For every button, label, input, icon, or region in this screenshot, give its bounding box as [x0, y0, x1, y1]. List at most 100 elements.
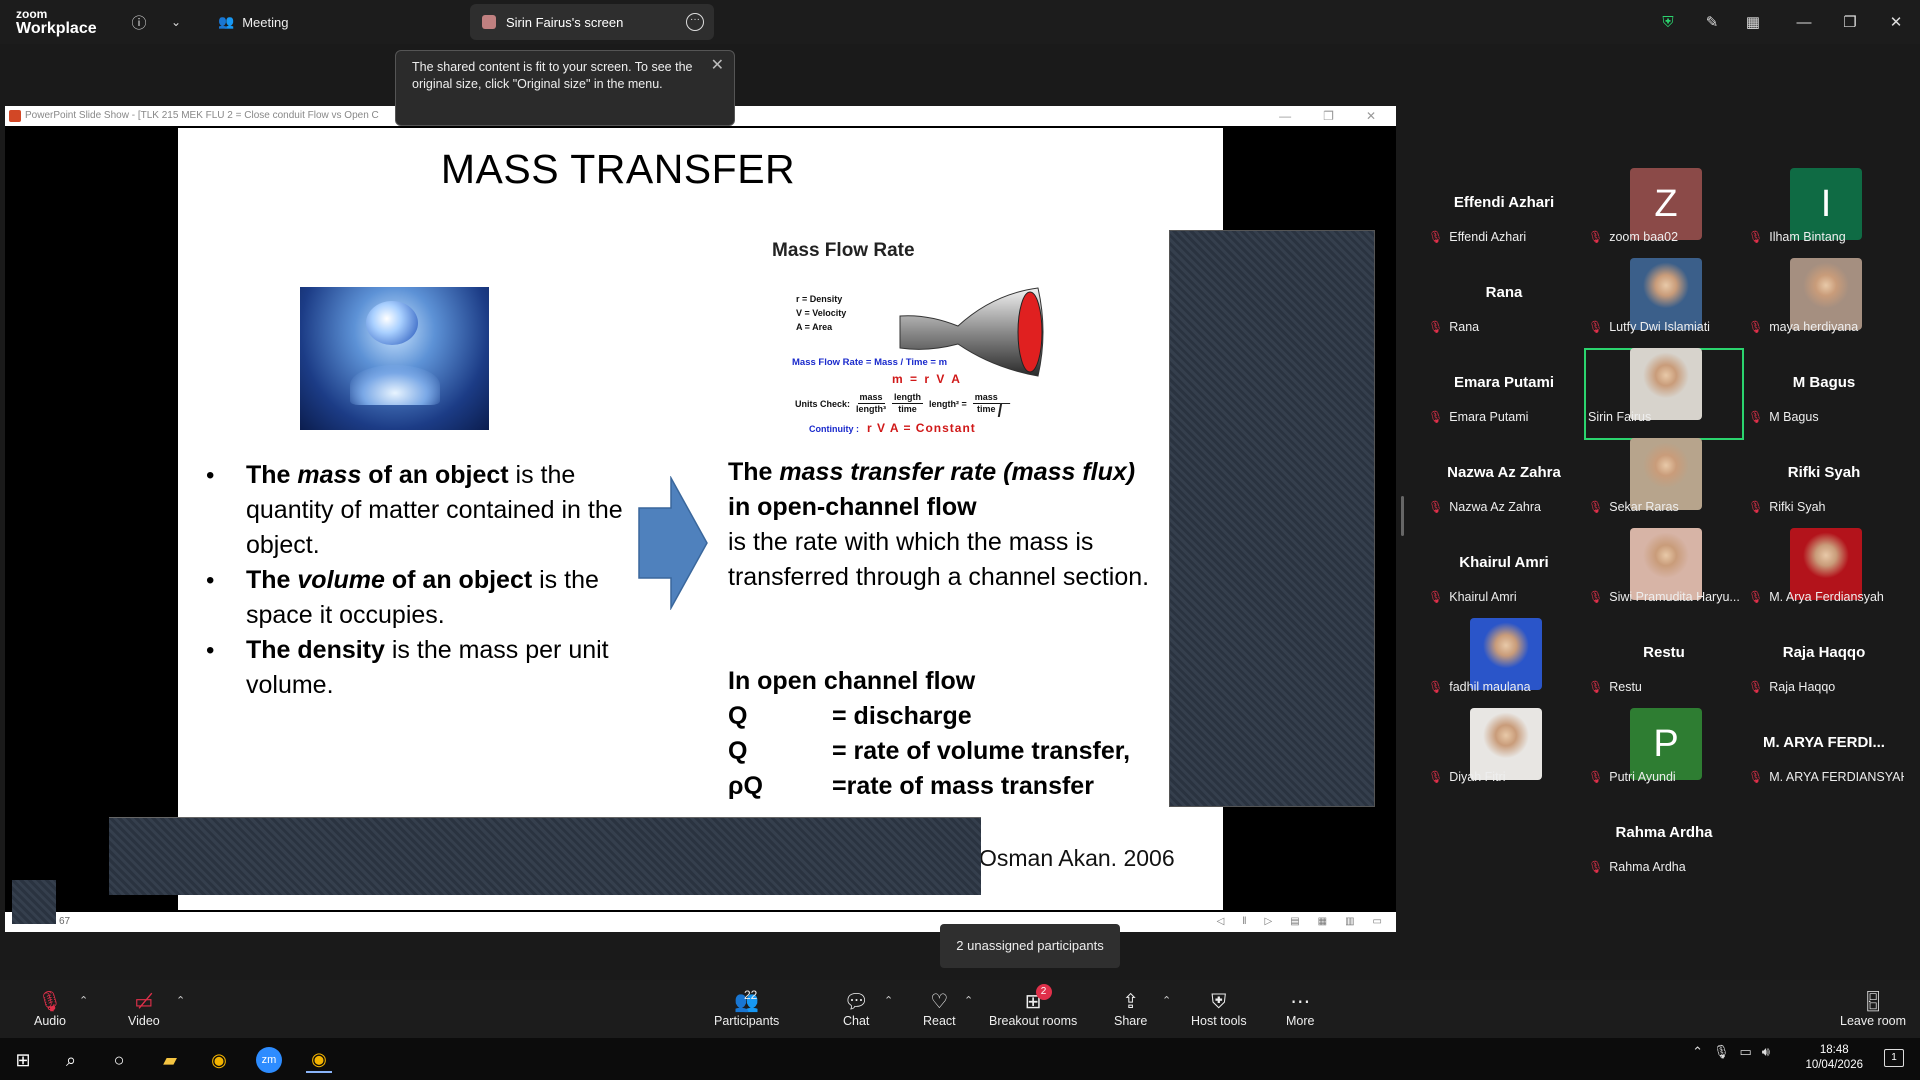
leave-room-button[interactable]: 🚪︎ Leave room — [1840, 990, 1906, 1028]
share-button[interactable]: ⇪ Share — [1114, 990, 1147, 1028]
video-caret-icon[interactable]: ⌃ — [176, 994, 185, 1007]
participant-tile[interactable]: 🎙︎ maya herdiyana — [1744, 258, 1904, 348]
reading-view-icon: ▥ — [1345, 916, 1355, 927]
participant-tile[interactable]: P 🎙︎ Putri Ayundi — [1584, 708, 1744, 798]
participant-name: Raja Haqqo — [1769, 680, 1836, 694]
participant-tile[interactable]: Rahma Ardha 🎙︎ Rahma Ardha — [1584, 798, 1744, 888]
participants-label: Participants — [714, 1014, 780, 1028]
participant-name: Sirin Fairus — [1588, 410, 1652, 424]
react-caret-icon[interactable]: ⌃ — [964, 994, 973, 1007]
units-check: Units Check: mass length³ length time le… — [795, 392, 1000, 415]
top-bar: zoom Workplace ⓘ ⌄ 👥 Meeting Sirin Fairu… — [0, 0, 1920, 44]
meeting-button[interactable]: 👥 Meeting — [218, 9, 288, 35]
participants-button[interactable]: 👥 Participants 22 — [714, 988, 780, 1028]
mic-muted-icon: 🎙︎ — [1748, 410, 1764, 424]
participant-tile[interactable]: Effendi Azhari 🎙︎ Effendi Azhari — [1424, 168, 1584, 258]
share-label: Share — [1114, 1014, 1148, 1028]
participant-tile[interactable]: 🎙︎ M. Arya Ferdiansyah — [1744, 528, 1904, 618]
participant-name-label: 🎙︎ fadhil maulana — [1428, 680, 1584, 694]
participant-name: Ilham Bintang — [1769, 230, 1846, 244]
participant-tile[interactable]: Khairul Amri 🎙︎ Khairul Amri — [1424, 528, 1584, 618]
bullet-0-b2: of an object — [361, 461, 509, 489]
participant-tile[interactable]: M Bagus 🎙︎ M Bagus — [1744, 348, 1904, 438]
more-dots-icon: ⋯ — [1290, 991, 1311, 1013]
participant-name-label: 🎙︎ Raja Haqqo — [1748, 680, 1904, 694]
chat-button[interactable]: 💬︎ Chat — [843, 990, 869, 1028]
chat-caret-icon[interactable]: ⌃ — [884, 994, 893, 1007]
windows-start-icon[interactable]: ⊞ — [10, 1047, 36, 1073]
bullet-1-b2: of an object — [384, 566, 533, 594]
participant-tile[interactable]: Restu 🎙︎ Restu — [1584, 618, 1744, 708]
panel-resize-handle[interactable] — [1401, 496, 1404, 536]
prev-slide-icon: ◁ — [1216, 916, 1225, 927]
share-caret-icon[interactable]: ⌃ — [1162, 994, 1171, 1007]
participant-tile[interactable]: Z 🎙︎ zoom baa02 — [1584, 168, 1744, 258]
more-options-icon[interactable]: ··· — [686, 13, 704, 31]
tray-mic-icon[interactable]: 🎙︎ — [1713, 1044, 1730, 1060]
participant-tile[interactable]: I 🎙︎ Ilham Bintang — [1744, 168, 1904, 258]
participant-tile[interactable]: 🎙︎ Sekar Raras — [1584, 438, 1744, 528]
participant-name: Diyah Fitri — [1449, 770, 1506, 784]
tray-network-icon[interactable]: ▭ — [1740, 1044, 1752, 1060]
drop-shape — [366, 301, 418, 345]
participant-name: M. Arya Ferdiansyah — [1769, 590, 1884, 604]
mic-muted-icon: 🎙︎ — [1588, 680, 1604, 694]
tooltip-close-icon[interactable]: ✕ — [711, 57, 724, 74]
info-icon[interactable]: ⓘ — [127, 10, 151, 34]
participant-tile[interactable]: Rana 🎙︎ Rana — [1424, 258, 1584, 348]
notifications-icon[interactable]: 1 — [1884, 1049, 1904, 1067]
audio-button[interactable]: 🎙︎ Audio — [34, 990, 66, 1028]
frac1-num: mass — [857, 392, 885, 404]
units-fraction-1: mass length³ — [856, 392, 886, 415]
security-shield-icon[interactable]: ⛨ — [1656, 10, 1680, 34]
bullet-1-b1: The — [246, 566, 298, 594]
brand-line1: zoom — [16, 7, 48, 21]
video-button[interactable]: ▭̸ Video — [128, 990, 160, 1028]
frac1-den: length³ — [856, 404, 887, 414]
participant-tile[interactable]: Rifki Syah 🎙︎ Rifki Syah — [1744, 438, 1904, 528]
participant-tile[interactable]: 🎙︎ Diyah Fitri — [1424, 708, 1584, 798]
participant-tile[interactable]: Raja Haqqo 🎙︎ Raja Haqqo — [1744, 618, 1904, 708]
participant-name: Sekar Raras — [1609, 500, 1679, 514]
tray-volume-icon[interactable]: 🔊︎ — [1762, 1044, 1770, 1060]
participant-name-label: 🎙︎ Rana — [1428, 320, 1584, 334]
participant-tile[interactable]: 🎙︎ fadhil maulana — [1424, 618, 1584, 708]
participant-name-label: 🎙︎ Rahma Ardha — [1588, 860, 1744, 874]
tray-chevron-icon[interactable]: ⌃ — [1692, 1044, 1703, 1060]
participant-tile[interactable]: 🎙︎ Siwi Pramudita Haryu... — [1584, 528, 1744, 618]
screen-share-tab[interactable]: Sirin Fairus's screen ··· — [470, 4, 714, 40]
zoom-app-icon[interactable]: zm — [256, 1047, 282, 1073]
host-tools-button[interactable]: ⛨ Host tools — [1191, 990, 1247, 1028]
ppt-window-title: PowerPoint Slide Show - [TLK 215 MEK FLU… — [25, 110, 379, 121]
chevron-down-icon[interactable]: ⌄ — [164, 10, 188, 34]
continuity-formula: r V A = Constant — [867, 421, 976, 435]
more-button[interactable]: ⋯ More — [1286, 990, 1314, 1028]
taskbar-clock[interactable]: 18:48 10/04/2026 — [1805, 1043, 1863, 1073]
participant-display-name: Rifki Syah — [1787, 464, 1861, 481]
mfr-legend: r = Density V = Velocity A = Area — [796, 292, 846, 334]
task-view-icon[interactable]: ○ — [106, 1047, 132, 1073]
chrome-icon[interactable]: ◉ — [206, 1047, 232, 1073]
participant-tile[interactable]: Nazwa Az Zahra 🎙︎ Nazwa Az Zahra — [1424, 438, 1584, 528]
audio-caret-icon[interactable]: ⌃ — [79, 994, 88, 1007]
participant-tile[interactable]: Emara Putami 🎙︎ Emara Putami — [1424, 348, 1584, 438]
mic-muted-icon: 🎙︎ — [1748, 590, 1764, 604]
breakout-rooms-button[interactable]: ⊞ 2 Breakout rooms — [989, 984, 1077, 1028]
search-icon[interactable]: ⌕ — [58, 1047, 84, 1073]
file-explorer-icon[interactable]: ▰ — [157, 1047, 183, 1073]
restore-icon[interactable]: ❐ — [1838, 10, 1862, 34]
react-button[interactable]: ♡ React — [923, 990, 956, 1028]
bullet-0-b1: The — [246, 461, 298, 489]
water-drop-image — [300, 287, 489, 430]
close-icon[interactable]: ✕ — [1884, 10, 1908, 34]
annotate-pen-icon[interactable]: ✎ — [1700, 10, 1724, 34]
participant-tile[interactable]: 🎙︎ Lutfy Dwi Islamiati — [1584, 258, 1744, 348]
participant-tile[interactable]: Sirin Fairus — [1584, 348, 1744, 440]
chrome-active-icon[interactable]: ◉ — [306, 1047, 332, 1073]
ppt-status-bar: 67 ◁ ‖ ▷ ▤ ▦ ▥ ▭ — [5, 912, 1396, 932]
participant-tile[interactable]: M. ARYA FERDI... 🎙︎ M. ARYA FERDIANSYAH — [1744, 708, 1904, 798]
slide-title: MASS TRANSFER — [440, 146, 796, 192]
view-layout-icon[interactable]: ▦ — [1741, 10, 1765, 34]
minimize-icon[interactable]: — — [1792, 10, 1816, 34]
mass-flux-definition: The mass transfer rate (mass flux) in op… — [728, 455, 1158, 595]
